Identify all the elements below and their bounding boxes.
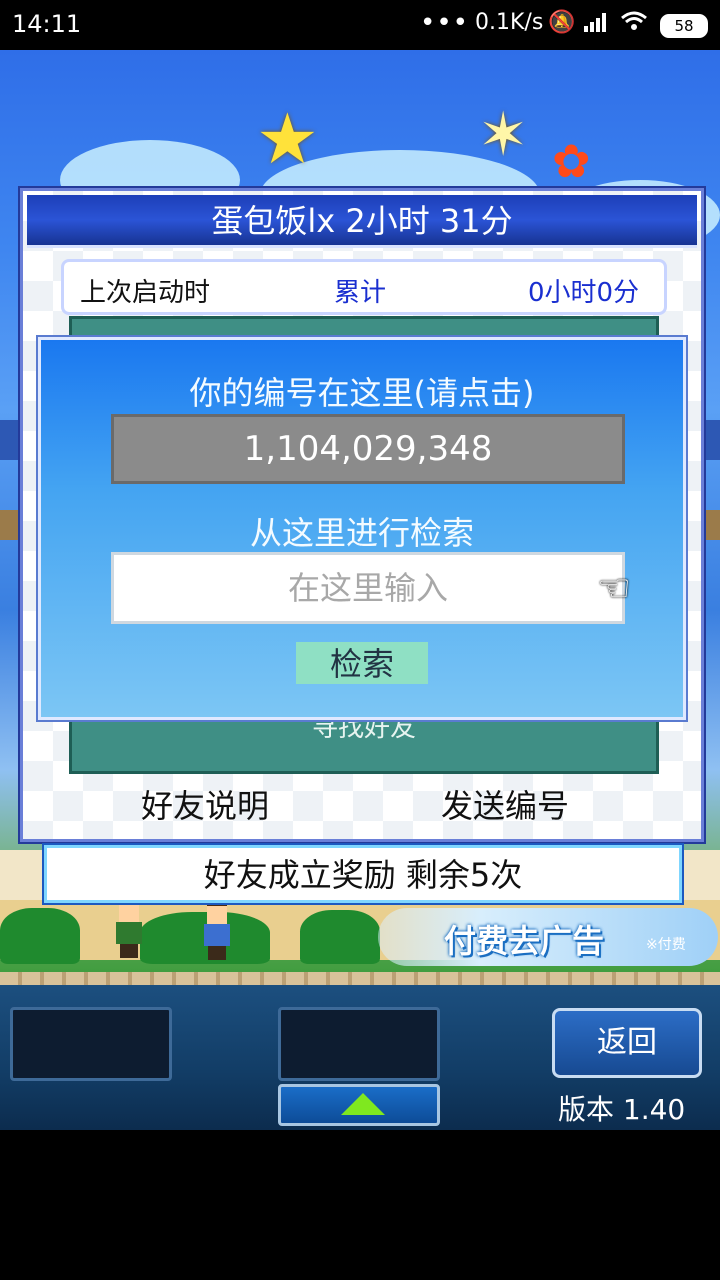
- clock: 14:11: [12, 10, 82, 38]
- status-bar: 14:11 ••• 0.1K/s 🔕 58: [0, 0, 720, 50]
- more-notifications-icon: •••: [420, 8, 470, 38]
- rail-track: [0, 972, 720, 986]
- bush: [300, 910, 380, 964]
- id-search-popup: 你的编号在这里(请点击) 1,104,029,348 从这里进行检索 在这里输入…: [38, 337, 686, 720]
- total-value: 0小时0分: [528, 278, 640, 308]
- bush: [0, 908, 80, 964]
- network-speed: 0.1K/s: [475, 10, 544, 35]
- back-button[interactable]: 返回: [552, 1008, 702, 1078]
- sparkle-icon: ✶: [478, 100, 529, 170]
- play-time-row: 上次启动时 累计 0小时0分: [61, 259, 667, 315]
- wifi-icon: [620, 10, 648, 38]
- battery-indicator: 58: [660, 14, 708, 38]
- last-launch-label: 上次启动时: [80, 278, 211, 308]
- star-icon: ★: [256, 98, 319, 180]
- player-id-box[interactable]: 1,104,029,348: [111, 414, 625, 484]
- signal-icon: [584, 10, 610, 38]
- paid-note: ※付费: [646, 937, 686, 953]
- up-arrow-icon: [341, 1093, 385, 1115]
- popup-title: 你的编号在这里(请点击): [189, 374, 535, 412]
- friend-reward-bar: 好友成立奖励 剩余5次: [44, 845, 682, 903]
- total-label: 累计: [334, 278, 387, 308]
- search-input[interactable]: 在这里输入: [111, 552, 625, 624]
- villager-character: [200, 900, 234, 960]
- scroll-up-button[interactable]: [278, 1084, 440, 1126]
- hand-pointer-icon: ☜: [597, 566, 632, 610]
- search-button[interactable]: 检索: [296, 642, 428, 684]
- dialog-title: 蛋包饭lx 2小时 31分: [27, 195, 697, 248]
- villager-character: [112, 898, 146, 958]
- search-label: 从这里进行检索: [249, 514, 474, 552]
- friend-help-button[interactable]: 好友说明: [141, 781, 269, 827]
- send-id-button[interactable]: 发送编号: [441, 781, 569, 827]
- remove-ads-button[interactable]: 付费去广告 ※付费: [378, 908, 718, 966]
- hud-slot-2[interactable]: [278, 1007, 440, 1081]
- version-label: 版本 1.40: [558, 1093, 686, 1126]
- flower-icon: ✿: [552, 134, 591, 188]
- mute-icon: 🔕: [548, 10, 576, 35]
- remove-ads-label: 付费去广告: [444, 922, 605, 960]
- hud-slot-1[interactable]: [10, 1007, 172, 1081]
